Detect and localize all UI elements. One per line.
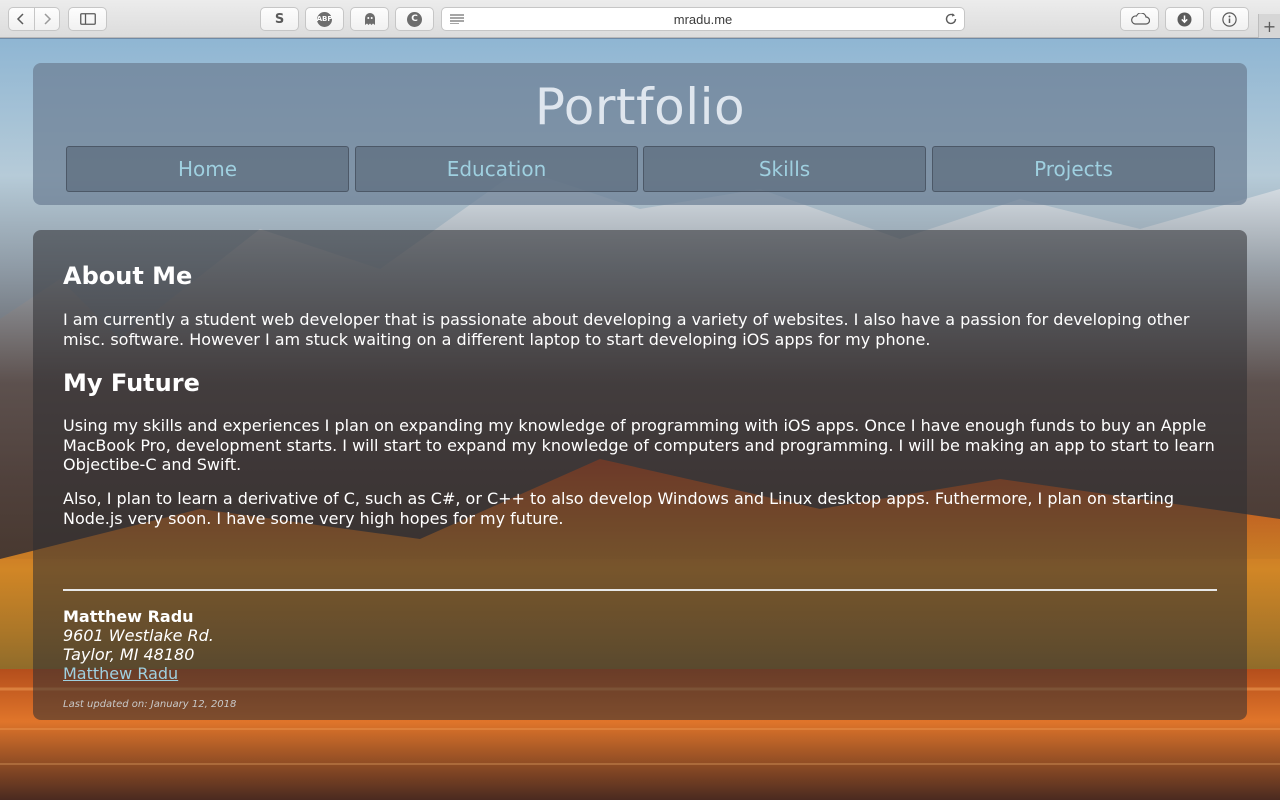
s-extension-icon: S — [274, 11, 285, 27]
abp-icon: ABP — [317, 11, 332, 27]
future-paragraph-2: Also, I plan to learn a derivative of C,… — [63, 489, 1174, 528]
future-heading: My Future — [63, 369, 200, 397]
reload-icon[interactable] — [944, 12, 958, 26]
cloud-icon — [1130, 13, 1150, 25]
address-line-1: 9601 Westlake Rd. — [63, 626, 214, 645]
nav-home[interactable]: Home — [66, 146, 349, 192]
download-icon — [1177, 12, 1192, 26]
last-updated-text: Last updated on: January 12, 2018 — [63, 699, 237, 710]
site-title: Portfolio — [534, 78, 746, 136]
sidebar-toggle-button[interactable] — [68, 7, 107, 31]
future-paragraph-1: Using my skills and experiences I plan o… — [63, 416, 1215, 474]
chevron-left-icon — [17, 13, 24, 25]
extension-c-button[interactable]: C — [395, 7, 434, 31]
chevron-right-icon — [44, 13, 51, 25]
ghost-icon — [364, 13, 375, 25]
about-paragraph: I am currently a student web developer t… — [63, 310, 1190, 349]
main-nav: Home Education Skills Projects — [66, 146, 1215, 192]
new-tab-button[interactable]: + — [1258, 14, 1280, 38]
address-line-2: Taylor, MI 48180 — [63, 645, 195, 664]
history-nav — [8, 7, 60, 31]
nav-education[interactable]: Education — [355, 146, 638, 192]
contact-name: Matthew Radu — [63, 607, 194, 626]
info-button[interactable] — [1210, 7, 1249, 31]
icloud-tabs-button[interactable] — [1120, 7, 1159, 31]
contact-footer: Matthew Radu 9601 Westlake Rd. Taylor, M… — [63, 607, 214, 683]
sidebar-icon — [79, 13, 96, 25]
content-panel — [33, 230, 1247, 720]
address-bar[interactable]: mradu.me — [441, 7, 965, 31]
footer-divider — [63, 589, 1217, 591]
c-extension-icon: C — [407, 11, 422, 27]
about-heading: About Me — [63, 262, 193, 290]
forward-button[interactable] — [33, 8, 60, 30]
back-button[interactable] — [9, 8, 34, 30]
contact-link[interactable]: Matthew Radu — [63, 664, 178, 683]
extension-s-button[interactable]: S — [260, 7, 299, 31]
nav-skills[interactable]: Skills — [643, 146, 926, 192]
nav-projects[interactable]: Projects — [932, 146, 1215, 192]
ghostery-button[interactable] — [350, 7, 389, 31]
url-text: mradu.me — [673, 12, 733, 27]
info-icon — [1222, 11, 1237, 27]
plus-icon: + — [1262, 16, 1277, 36]
downloads-button[interactable] — [1165, 7, 1204, 31]
browser-toolbar: S ABP C mradu.me + — [0, 0, 1280, 38]
adblock-button[interactable]: ABP — [305, 7, 344, 31]
